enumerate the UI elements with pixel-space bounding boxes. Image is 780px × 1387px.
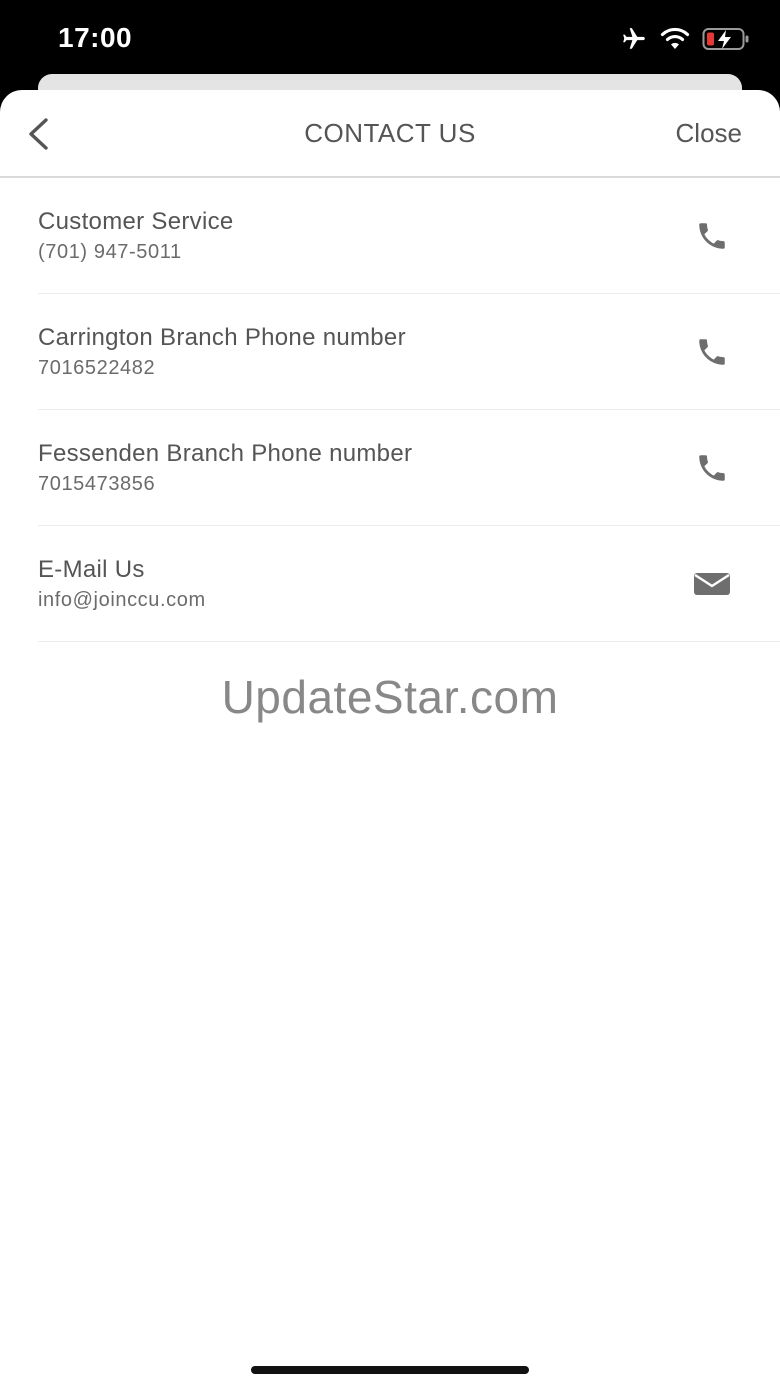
contact-list: Customer Service (701) 947-5011 Carringt… <box>0 178 780 642</box>
phone-icon[interactable] <box>692 332 732 372</box>
home-indicator <box>251 1366 529 1374</box>
contact-title: Customer Service <box>38 208 234 235</box>
contact-us-sheet: CONTACT US Close Customer Service (701) … <box>0 90 780 1387</box>
airplane-icon <box>620 26 648 52</box>
contact-phone: (701) 947-5011 <box>38 241 182 263</box>
battery-charging-icon <box>702 27 750 51</box>
close-button[interactable]: Close <box>676 118 742 149</box>
wifi-icon <box>660 27 690 51</box>
phone-icon[interactable] <box>692 448 732 488</box>
status-icons <box>620 24 750 54</box>
contact-email: info@joinccu.com <box>38 589 206 611</box>
status-time: 17:00 <box>58 22 133 53</box>
contact-item-email[interactable]: E-Mail Us info@joinccu.com <box>38 526 780 642</box>
nav-bar: CONTACT US Close <box>0 90 780 178</box>
mail-icon[interactable] <box>692 564 732 604</box>
contact-phone: 7016522482 <box>38 357 156 379</box>
contact-item-customer-service[interactable]: Customer Service (701) 947-5011 <box>38 178 780 294</box>
contact-item-fessenden-branch[interactable]: Fessenden Branch Phone number 7015473856 <box>38 410 780 526</box>
contact-title: Fessenden Branch Phone number <box>38 440 413 467</box>
page-title: CONTACT US <box>304 118 476 148</box>
contact-title: E-Mail Us <box>38 556 145 583</box>
contact-phone: 7015473856 <box>38 473 156 495</box>
status-bar: 17:00 <box>0 0 780 78</box>
phone-icon[interactable] <box>692 216 732 256</box>
watermark: UpdateStar.com <box>221 671 559 723</box>
contact-item-carrington-branch[interactable]: Carrington Branch Phone number 701652248… <box>38 294 780 410</box>
contact-title: Carrington Branch Phone number <box>38 324 406 351</box>
